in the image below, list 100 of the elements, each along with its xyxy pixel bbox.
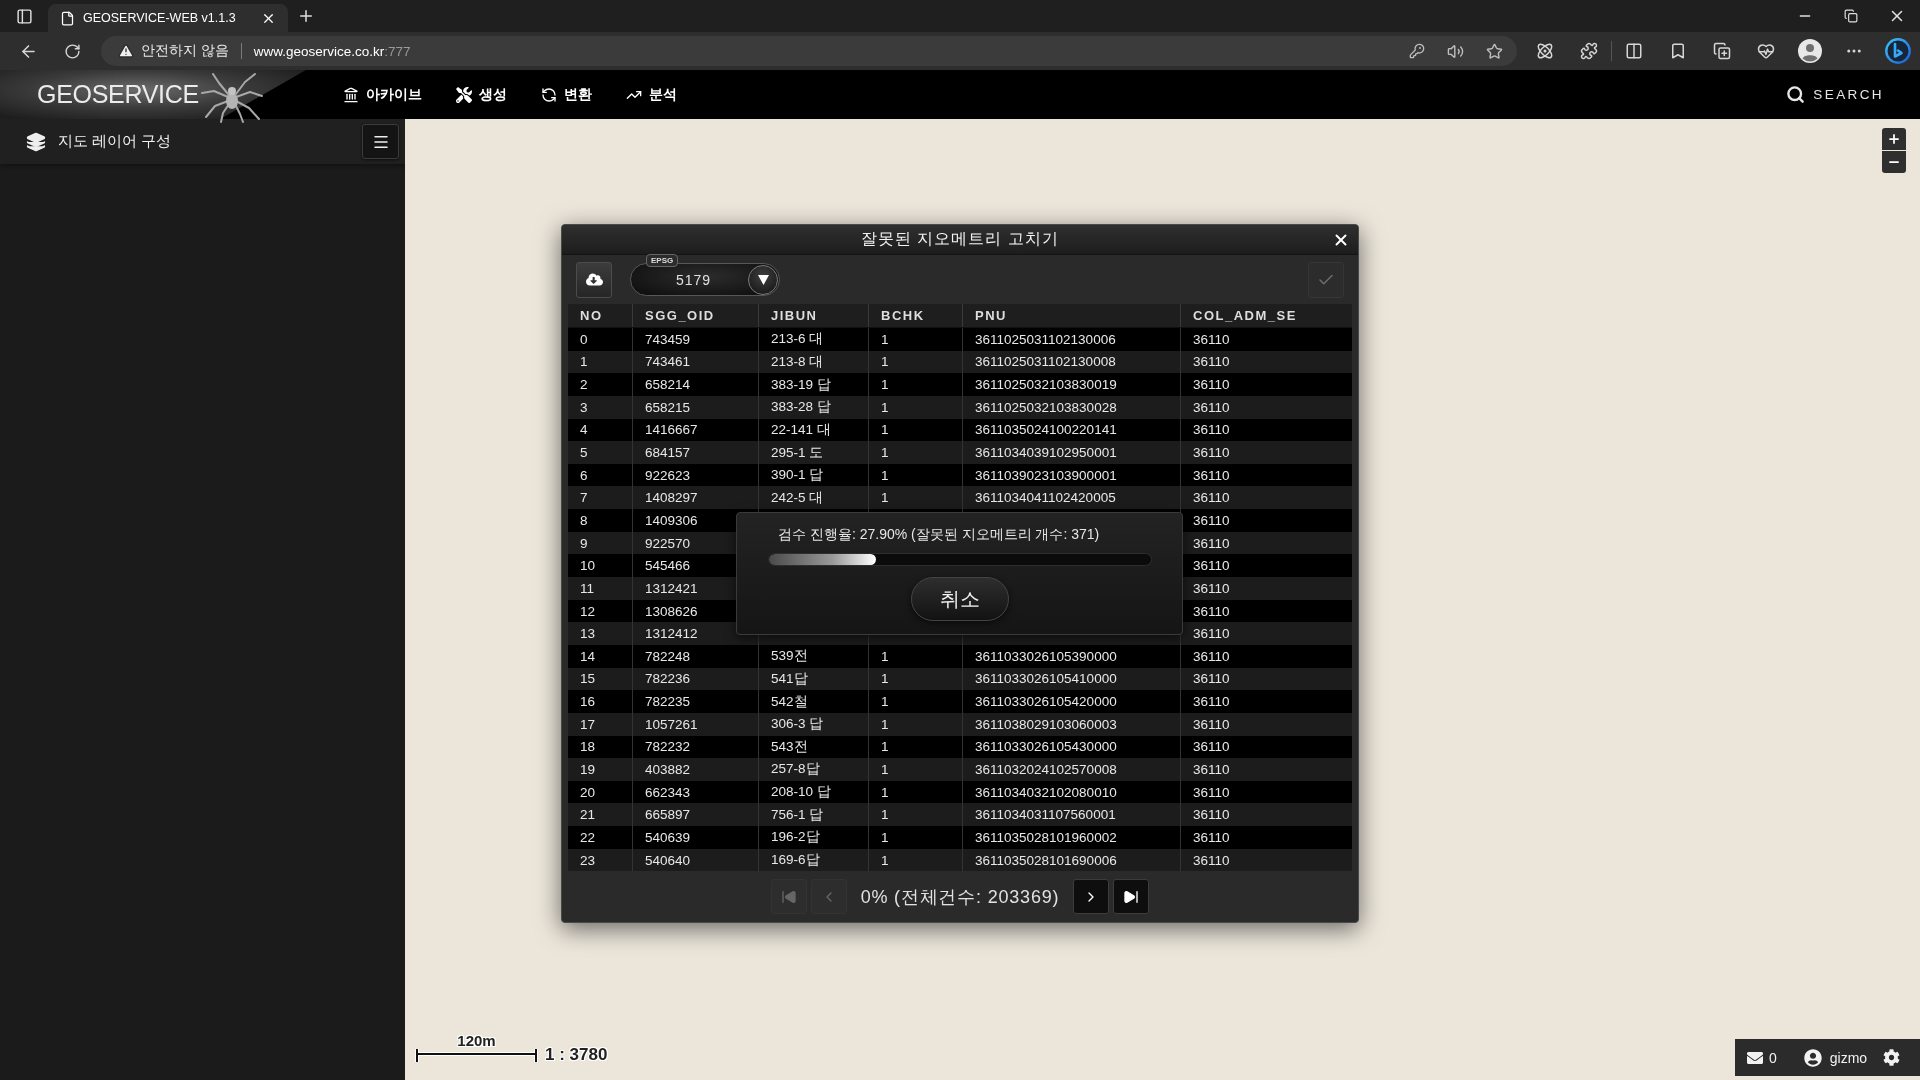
table-cell: 542철 — [759, 690, 869, 713]
address-field[interactable]: 안전하지 않음 www.geoservice.co.kr:777 — [101, 36, 1517, 66]
mail-count: 0 — [1769, 1049, 1777, 1066]
table-cell: 295-1 도 — [759, 441, 869, 464]
table-cell: 1 — [869, 373, 963, 396]
file-icon — [60, 10, 75, 26]
landmark-icon — [343, 86, 359, 103]
skip-to-start-icon — [780, 888, 797, 905]
search-button[interactable]: SEARCH — [1786, 85, 1884, 104]
table-cell-text: 36110 — [1192, 534, 1231, 553]
sidebar-title: 지도 레이어 구성 — [58, 132, 172, 151]
epsg-select[interactable]: 5179 — [630, 263, 780, 296]
caret-icon — [757, 274, 769, 285]
table-cell-text: 36110 — [1192, 693, 1231, 712]
restore-icon[interactable] — [1844, 9, 1858, 23]
mail-icon[interactable] — [1747, 1049, 1763, 1066]
table-cell: 3611038029103060003 — [963, 712, 1181, 736]
key-icon[interactable] — [1409, 43, 1425, 59]
table-cell: 1 — [869, 690, 963, 713]
search-icon — [1786, 85, 1806, 104]
table-cell: 3611034039102950001 — [963, 441, 1181, 464]
table-cell-text: 36110 — [1192, 511, 1231, 530]
nav-item[interactable]: 분석 — [626, 85, 677, 104]
table-cell: 306-3 답 — [759, 712, 869, 736]
table-cell-text: 36110 — [1192, 602, 1231, 621]
table-cell-text: 36110 — [1192, 761, 1231, 779]
column-header: BCHK — [869, 304, 963, 327]
atom-icon[interactable] — [1536, 42, 1554, 60]
table-cell: 8 — [568, 509, 633, 532]
heart-pulse-icon[interactable] — [1757, 42, 1775, 60]
scale-ratio: 1 : 3780 — [545, 1046, 608, 1064]
cloud-download-icon — [585, 271, 603, 288]
table-cell: 743459 — [633, 328, 759, 351]
panel-icon[interactable] — [15, 7, 33, 25]
column-header: COL_ADM_SE — [1192, 307, 1298, 325]
table-cell: 23 — [568, 848, 633, 872]
settings-icon[interactable] — [1883, 1049, 1900, 1066]
table-cell: 11 — [568, 577, 633, 600]
table-cell: 3611033026105390000 — [963, 644, 1181, 668]
warning-icon — [118, 43, 134, 59]
table-cell-text: 36110 — [1192, 489, 1231, 508]
table-cell: 1 — [869, 395, 963, 419]
next-page-button[interactable] — [1073, 879, 1110, 915]
table-cell: 1057261 — [633, 712, 759, 736]
layers-icon — [26, 131, 46, 152]
cancel-button[interactable]: 취소 — [911, 577, 1009, 621]
table-cell-text: 36110 — [1192, 715, 1231, 734]
column-header: SGG_OID — [633, 304, 759, 327]
star-icon[interactable] — [1486, 42, 1503, 60]
table-cell-text: 36110 — [1192, 557, 1231, 576]
table-cell: 196-2답 — [759, 826, 869, 849]
plus-icon — [1887, 132, 1901, 146]
table-cell-text: 36110 — [1192, 376, 1231, 395]
table-cell: 3611033026105420000 — [963, 690, 1181, 713]
plus-icon[interactable] — [297, 7, 315, 25]
table-cell: 658214 — [633, 373, 759, 396]
security-warning-button[interactable]: 안전하지 않음 — [118, 42, 229, 60]
bookmark-icon[interactable] — [1669, 42, 1687, 60]
nav-item[interactable]: 변환 — [541, 85, 592, 104]
table-cell: 1 — [869, 712, 963, 736]
table-cell: 1 — [869, 758, 963, 781]
table-cell-text: 36110 — [1192, 466, 1231, 485]
dropdown-button[interactable] — [748, 264, 778, 295]
browser-tab[interactable]: GEOSERVICE-WEB v1.1.3 — [48, 4, 288, 32]
skip-to-end-icon — [1123, 888, 1140, 905]
ring-logo-icon[interactable] — [1885, 38, 1911, 64]
table-cell: 3611025032103830028 — [963, 395, 1181, 419]
table-cell-text: 36110 — [1192, 444, 1231, 462]
table-cell: 3611025031102130006 — [963, 328, 1181, 351]
copy-plus-icon[interactable] — [1713, 42, 1731, 60]
table-cell: 3 — [568, 395, 633, 419]
table-cell: 14 — [568, 644, 633, 668]
table-cell: 3611032024102570008 — [963, 758, 1181, 781]
table-cell: 5 — [568, 441, 633, 464]
split-screen-icon[interactable] — [1625, 42, 1643, 60]
column-header: NO — [568, 304, 633, 327]
speaker-icon[interactable] — [1447, 42, 1464, 60]
zoom-in-button[interactable] — [1882, 128, 1906, 150]
nav-item[interactable]: 생성 — [456, 85, 507, 104]
page-summary: 0% (전체건수: 203369) — [860, 885, 1060, 909]
scale-label: 120m — [457, 1033, 496, 1048]
menu-button[interactable] — [362, 124, 399, 159]
user-avatar-icon[interactable] — [1798, 39, 1822, 63]
table-cell-text: 36110 — [1192, 670, 1231, 689]
table-cell-text: 36110 — [1192, 421, 1231, 440]
table-cell: 782235 — [633, 690, 759, 713]
table-cell: 0 — [568, 328, 633, 351]
puzzle-icon[interactable] — [1580, 42, 1598, 60]
table-cell: 1 — [869, 441, 963, 464]
user-icon[interactable] — [1803, 1048, 1822, 1067]
table-cell-text: 36110 — [1192, 851, 1231, 870]
download-button[interactable] — [576, 261, 612, 298]
refresh-icon[interactable] — [63, 42, 81, 60]
nav-item[interactable]: 아카이브 — [343, 85, 422, 104]
table-cell: 1 — [869, 826, 963, 849]
table-cell: 383-19 답 — [759, 373, 869, 396]
zoom-out-button[interactable] — [1882, 151, 1906, 173]
table-cell-text: 36110 — [1192, 828, 1231, 847]
table-cell: 257-8답 — [759, 758, 869, 781]
last-page-button[interactable] — [1113, 879, 1150, 915]
